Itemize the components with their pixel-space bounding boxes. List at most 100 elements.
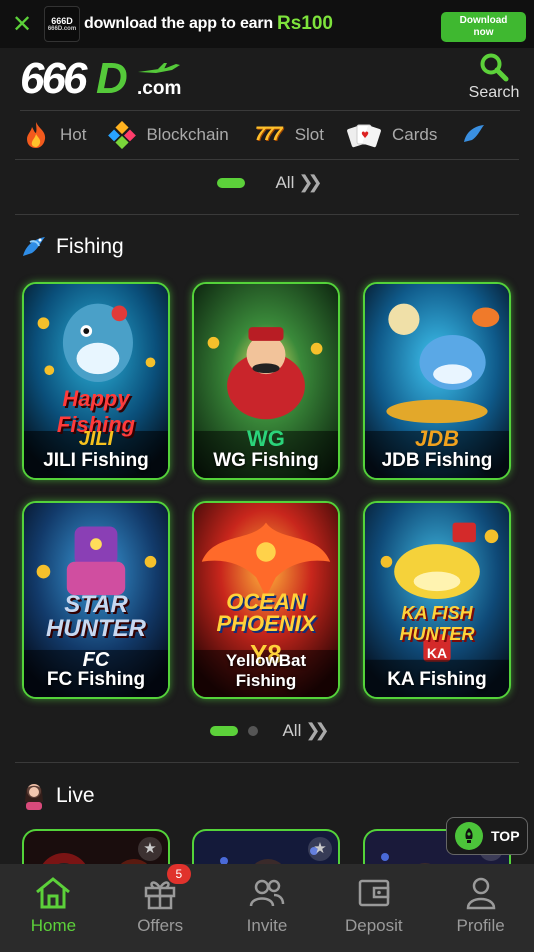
game-name: JILI Fishing	[43, 450, 149, 471]
favorite-star-icon[interactable]: ★	[138, 837, 162, 861]
app-logo-text: 666D	[51, 16, 73, 26]
game-name: KA Fishing	[387, 669, 487, 690]
nav-label: Home	[30, 916, 77, 935]
provider-logo: JDB	[414, 426, 459, 451]
nav-item-deposit[interactable]: Deposit	[320, 864, 427, 952]
fishing-pager: All ❯❯	[0, 720, 534, 741]
double-chevron-right-icon: ❯❯	[298, 172, 322, 192]
plane-icon	[138, 63, 180, 73]
category-label: Slot	[294, 125, 324, 144]
favorite-star-icon[interactable]: ★	[308, 837, 332, 861]
rocket-icon	[455, 822, 483, 850]
bottom-navigation: Home 5 Offers Invite Deposit Profile	[0, 864, 534, 952]
nav-label: Invite	[246, 916, 288, 935]
svg-text:♥: ♥	[361, 131, 369, 141]
provider-logo: KA	[426, 645, 448, 661]
home-icon	[36, 877, 71, 909]
live-dealer-icon	[20, 782, 48, 810]
game-name: JDB Fishing	[381, 450, 493, 471]
fish-icon	[459, 121, 487, 149]
pager-dot-active[interactable]	[210, 725, 239, 736]
game-card-wg-fishing[interactable]: WG WG Fishing	[192, 282, 340, 480]
game-headline-line: HUNTER	[46, 615, 146, 642]
pager-dot[interactable]	[248, 725, 259, 736]
fire-icon	[22, 121, 50, 149]
banner-message: download the app to earn	[84, 15, 273, 32]
game-card-jili-fishing[interactable]: Happy Fishing JILI JILI Fishing	[22, 282, 170, 480]
game-headline-line: STAR	[64, 591, 128, 618]
banner-amount: Rs100	[276, 13, 333, 34]
nav-item-profile[interactable]: Profile	[427, 864, 534, 952]
pager-dot-active[interactable]	[217, 177, 246, 188]
top-label: TOP	[491, 828, 520, 844]
page: ✕ 666D 666D.com download the app to earn…	[0, 0, 534, 952]
search-icon	[480, 53, 509, 82]
divider	[15, 159, 519, 160]
game-headline-line: OCEAN	[226, 589, 306, 614]
site-logo[interactable]: 666 D .com	[20, 54, 182, 103]
download-label: Download	[459, 15, 508, 26]
search-button[interactable]: Search	[468, 52, 520, 106]
view-all-link[interactable]: All ❯❯	[275, 172, 322, 193]
game-headline: KA FISH HUNTER	[399, 603, 475, 644]
wallet-icon	[358, 879, 390, 907]
app-logo-subtext: 666D.com	[47, 26, 77, 32]
category-label: Hot	[60, 125, 87, 144]
game-card-jdb-fishing[interactable]: JDB JDB Fishing	[363, 282, 511, 480]
provider-logo: JILI	[78, 428, 114, 450]
view-all-link[interactable]: All ❯❯	[282, 720, 329, 741]
category-tab-hot[interactable]: Hot	[22, 121, 86, 149]
site-header: 666 D .com Search	[0, 48, 534, 110]
download-now-button[interactable]: Download now	[441, 12, 526, 42]
game-name: WG Fishing	[213, 450, 319, 471]
category-tab-slot[interactable]: 777 Slot	[251, 121, 324, 149]
game-headline: OCEAN PHOENIX	[194, 591, 338, 635]
slot-777-icon: 777	[254, 124, 283, 145]
game-card-fc-fishing[interactable]: STAR HUNTER FC FC Fishing	[22, 501, 170, 699]
category-label: Blockchain	[146, 125, 229, 144]
game-headline: STAR HUNTER	[24, 593, 168, 641]
nav-label: Profile	[456, 916, 505, 935]
logo-letter: D	[96, 54, 128, 103]
divider	[15, 214, 519, 215]
app-logo: 666D 666D.com	[44, 6, 80, 42]
notification-badge: 5	[166, 864, 191, 884]
nav-item-invite[interactable]: Invite	[214, 864, 321, 952]
double-chevron-right-icon: ❯❯	[305, 720, 329, 740]
category-tabs: Hot Blockchain 777 Slot ♥ Cards	[0, 111, 534, 159]
cards-icon: ♥	[346, 121, 382, 149]
game-name: FC Fishing	[46, 669, 146, 690]
game-art	[365, 503, 509, 697]
nav-item-home[interactable]: Home	[0, 864, 107, 952]
category-tab-cards[interactable]: ♥ Cards	[346, 121, 437, 149]
blockchain-icon	[108, 121, 137, 149]
category-label: Cards	[391, 125, 438, 144]
fish-icon	[20, 233, 48, 261]
nav-label: Deposit	[344, 916, 403, 935]
nav-item-offers[interactable]: 5 Offers	[107, 864, 214, 952]
close-icon[interactable]: ✕	[0, 0, 44, 48]
download-label-now: now	[473, 27, 494, 38]
logo-suffix: .com	[137, 78, 182, 99]
game-card-ka-fishing[interactable]: KA FISH HUNTER KA KA Fishing	[363, 501, 511, 699]
back-to-top-button[interactable]: TOP	[446, 817, 528, 855]
section-title-text: Live	[56, 784, 95, 807]
category-tab-fishing[interactable]	[459, 121, 497, 149]
section-title-text: Fishing	[56, 235, 124, 258]
profile-icon	[466, 877, 495, 910]
section-title-live: Live	[20, 782, 95, 810]
game-card-yellowbat-fishing[interactable]: OCEAN PHOENIX Y8 YellowBat Fishing	[192, 501, 340, 699]
game-name: YellowBat Fishing	[225, 651, 307, 690]
section-title-fishing: Fishing	[20, 233, 124, 261]
download-banner: ✕ 666D 666D.com download the app to earn…	[0, 0, 534, 48]
divider	[15, 762, 519, 763]
search-label: Search	[468, 84, 520, 101]
nav-label: Offers	[137, 916, 184, 935]
category-pager: All ❯❯	[0, 172, 534, 193]
view-all-label: All	[275, 172, 295, 192]
invite-icon	[249, 879, 285, 907]
game-headline-line: PHOENIX	[216, 611, 316, 636]
category-tab-blockchain[interactable]: Blockchain	[108, 121, 229, 149]
provider-logo: WG	[247, 426, 285, 451]
logo-number: 666	[20, 54, 87, 103]
